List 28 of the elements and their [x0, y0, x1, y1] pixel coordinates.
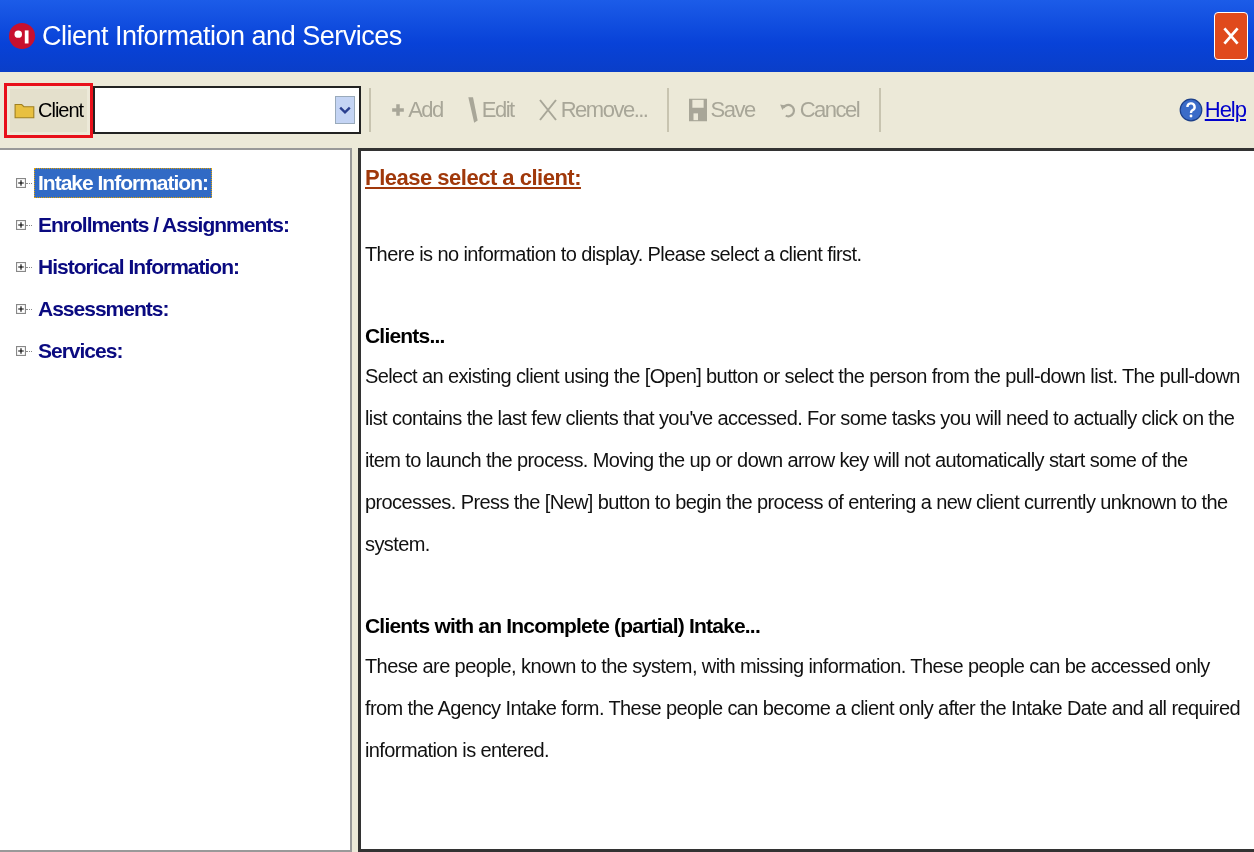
- expand-icon[interactable]: [16, 304, 26, 314]
- section-text: These are people, known to the system, with missing information. These people can be accessed only from the Agency Intake form. These people can become a client only after the Intake Date and all required information is entered.: [365, 654, 1241, 763]
- client-button[interactable]: Client: [10, 88, 88, 132]
- help-icon: [1178, 98, 1203, 122]
- client-dropdown[interactable]: [93, 86, 362, 134]
- tree-item[interactable]: Services:: [34, 336, 127, 366]
- undo-icon: [778, 102, 797, 118]
- tree-item[interactable]: Historical Information:: [34, 252, 244, 282]
- tree-item[interactable]: Assessments:: [34, 294, 173, 324]
- section-title: Clients with an Incomplete (partial) Intake...: [365, 613, 760, 639]
- tree-item[interactable]: Intake Information:: [34, 168, 212, 198]
- close-button[interactable]: [1214, 12, 1248, 60]
- expand-icon[interactable]: [16, 220, 26, 230]
- x-icon: [537, 97, 558, 123]
- plus-icon: [391, 103, 406, 117]
- pen-icon: [466, 96, 479, 124]
- expand-icon[interactable]: [16, 346, 26, 356]
- folder-icon: [14, 101, 36, 119]
- window-title: Client Information and Services: [42, 20, 403, 52]
- app-logo-icon: [8, 22, 36, 50]
- tree-item[interactable]: Enrollments / Assignments:: [34, 210, 293, 240]
- expand-icon[interactable]: [16, 178, 26, 188]
- content-heading: Please select a client:: [365, 165, 581, 191]
- section-title: Clients...: [365, 323, 445, 349]
- section-text: Select an existing client using the [Open] button or select the person from the pull-down list. The pull-down list contains the last few clients that you've accessed. For some tasks you will need to actually click on the item to launch the process. Moving the up or down arrow key will not automatically start some of the processes. Press the [New] button to begin the process of entering a new client currently unknown to the system.: [365, 364, 1241, 557]
- expand-icon[interactable]: [16, 262, 26, 272]
- help-link[interactable]: Help: [1178, 97, 1246, 123]
- intro-text: There is no information to display. Please select a client first.: [365, 242, 863, 267]
